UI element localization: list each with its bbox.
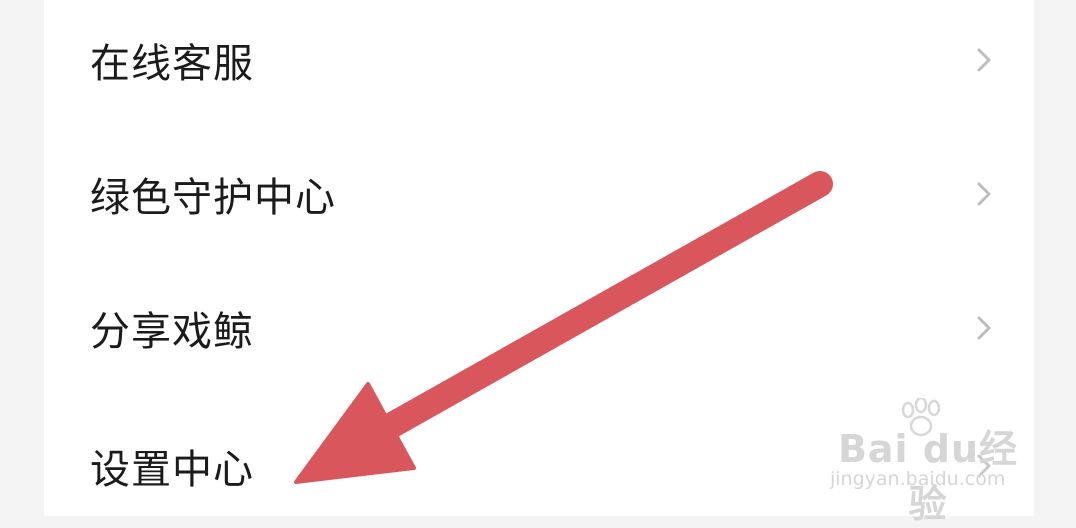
arrow-annotation-icon: [294, 171, 833, 484]
